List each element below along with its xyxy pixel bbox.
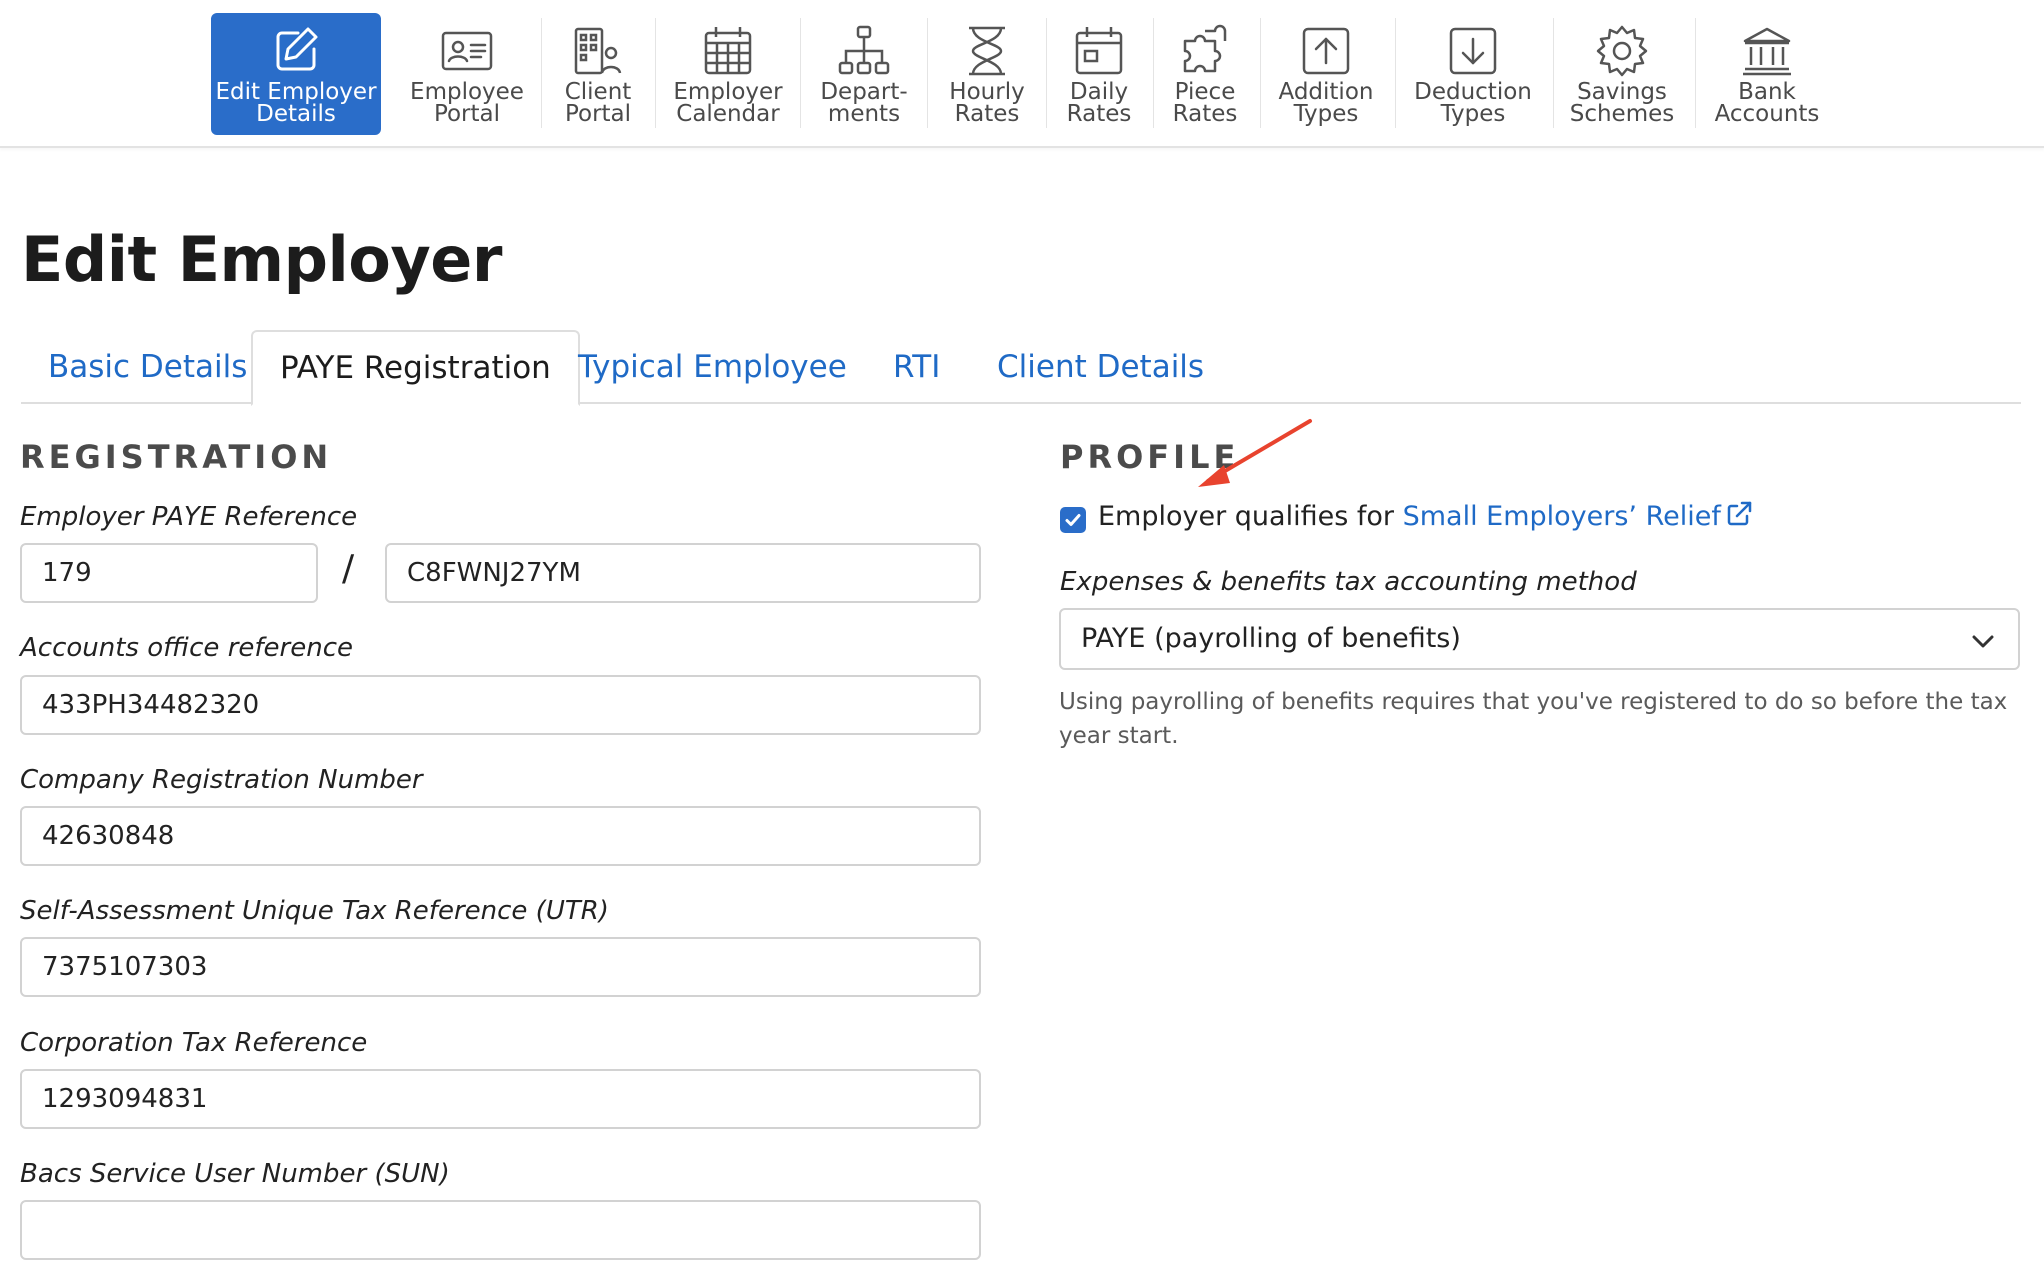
paye-office-number-input[interactable]: [20, 543, 318, 603]
company-registration-number-label: Company Registration Number: [20, 765, 423, 795]
top-toolbar: Edit Employer Details Employee Portal Cl…: [0, 0, 2044, 148]
toolbar-divider: [927, 18, 928, 128]
calendar-grid-icon: [704, 27, 752, 75]
toolbar-divider: [541, 18, 542, 128]
toolbar-label: Employee Portal: [410, 79, 524, 127]
tab-paye-registration[interactable]: PAYE Registration: [251, 330, 580, 406]
toolbar-divider: [1695, 18, 1696, 128]
toolbar-divider: [1046, 18, 1047, 128]
toolbar-daily-rates[interactable]: Daily Rates: [1054, 13, 1144, 135]
registration-heading: REGISTRATION: [20, 438, 333, 476]
toolbar-label: Daily Rates: [1066, 79, 1132, 127]
toolbar-bank-accounts[interactable]: Bank Accounts: [1710, 13, 1824, 135]
toolbar-savings-schemes[interactable]: Savings Schemes: [1566, 13, 1678, 135]
toolbar-employer-calendar[interactable]: Employer Calendar: [664, 13, 792, 135]
toolbar-client-portal[interactable]: Client Portal: [548, 13, 648, 135]
org-chart-icon: [838, 25, 890, 75]
accounts-office-reference-label: Accounts office reference: [20, 633, 353, 663]
paye-reference-input[interactable]: [385, 543, 981, 603]
corporation-tax-reference-label: Corporation Tax Reference: [20, 1028, 368, 1058]
toolbar-divider: [1153, 18, 1154, 128]
upload-box-icon: [1302, 27, 1350, 75]
toolbar-label: Bank Accounts: [1714, 79, 1820, 127]
tab-basic-details[interactable]: Basic Details: [21, 330, 274, 404]
toolbar-label: Client Portal: [564, 79, 632, 127]
corporation-tax-reference-input[interactable]: [20, 1069, 981, 1129]
toolbar-employee-portal[interactable]: Employee Portal: [400, 13, 534, 135]
toolbar-divider: [655, 18, 656, 128]
tax-method-label: Expenses & benefits tax accounting metho…: [1060, 567, 1637, 597]
tax-method-help-text: Using payrolling of benefits requires th…: [1059, 689, 2008, 749]
toolbar-deduction-types[interactable]: Deduction Types: [1408, 13, 1538, 135]
checkmark-icon: [1065, 514, 1081, 526]
small-employers-relief-label: Employer qualifies for Small Employers’ …: [1098, 500, 1753, 532]
ser-link-text: Small Employers’ Relief: [1402, 501, 1721, 532]
accounts-office-reference-input[interactable]: [20, 675, 981, 735]
toolbar-divider: [1260, 18, 1261, 128]
tab-bar: Basic Details PAYE Registration Typical …: [21, 330, 2021, 406]
utr-label: Self-Assessment Unique Tax Reference (UT…: [20, 896, 609, 926]
utr-input[interactable]: [20, 937, 981, 997]
toolbar-label: Hourly Rates: [949, 79, 1025, 127]
tax-method-select[interactable]: PAYE (payrolling of benefits): [1059, 608, 2020, 670]
toolbar-addition-types[interactable]: Addition Types: [1270, 13, 1382, 135]
external-link-icon: [1727, 501, 1752, 526]
bacs-sun-input[interactable]: [20, 1200, 981, 1260]
toolbar-hourly-rates[interactable]: Hourly Rates: [937, 13, 1037, 135]
toolbar-label: Addition Types: [1278, 79, 1374, 127]
toolbar-divider: [800, 18, 801, 128]
bacs-sun-label: Bacs Service User Number (SUN): [20, 1159, 450, 1189]
company-registration-number-input[interactable]: [20, 806, 981, 866]
puzzle-icon: [1183, 24, 1227, 73]
id-card-icon: [441, 31, 493, 71]
toolbar-label: Savings Schemes: [1569, 79, 1675, 127]
paye-reference-label: Employer PAYE Reference: [20, 502, 358, 532]
tab-typical-employee[interactable]: Typical Employee: [551, 330, 874, 404]
download-box-icon: [1449, 27, 1497, 75]
paye-separator: /: [342, 548, 355, 589]
toolbar-label: Depart- ments: [820, 79, 908, 127]
tax-method-value: PAYE (payrolling of benefits): [1081, 623, 1461, 654]
tab-client-details[interactable]: Client Details: [970, 330, 1231, 404]
gear-icon: [1596, 25, 1648, 77]
chevron-down-icon: [1972, 635, 1994, 648]
ser-label-text: Employer qualifies for: [1098, 501, 1403, 532]
small-employers-relief-checkbox[interactable]: [1060, 507, 1086, 533]
toolbar-edit-employer-details[interactable]: Edit Employer Details: [211, 13, 381, 135]
toolbar-label: Piece Rates: [1172, 79, 1238, 127]
toolbar-label: Edit Employer Details: [215, 79, 377, 127]
calendar-day-icon: [1075, 27, 1123, 75]
annotation-arrow: [1198, 419, 1312, 487]
edit-icon: [276, 27, 318, 71]
building-people-icon: [574, 27, 622, 75]
toolbar-divider: [1395, 18, 1396, 128]
hourglass-icon: [969, 26, 1005, 76]
toolbar-label: Employer Calendar: [673, 79, 783, 127]
toolbar-label: Deduction Types: [1414, 79, 1532, 127]
tab-rti[interactable]: RTI: [866, 330, 967, 404]
small-employers-relief-link[interactable]: Small Employers’ Relief: [1403, 501, 1753, 532]
page-title: Edit Employer: [21, 223, 502, 296]
bank-icon: [1743, 27, 1791, 76]
toolbar-divider: [1553, 18, 1554, 128]
toolbar-departments[interactable]: Depart- ments: [812, 13, 916, 135]
toolbar-piece-rates[interactable]: Piece Rates: [1160, 13, 1250, 135]
